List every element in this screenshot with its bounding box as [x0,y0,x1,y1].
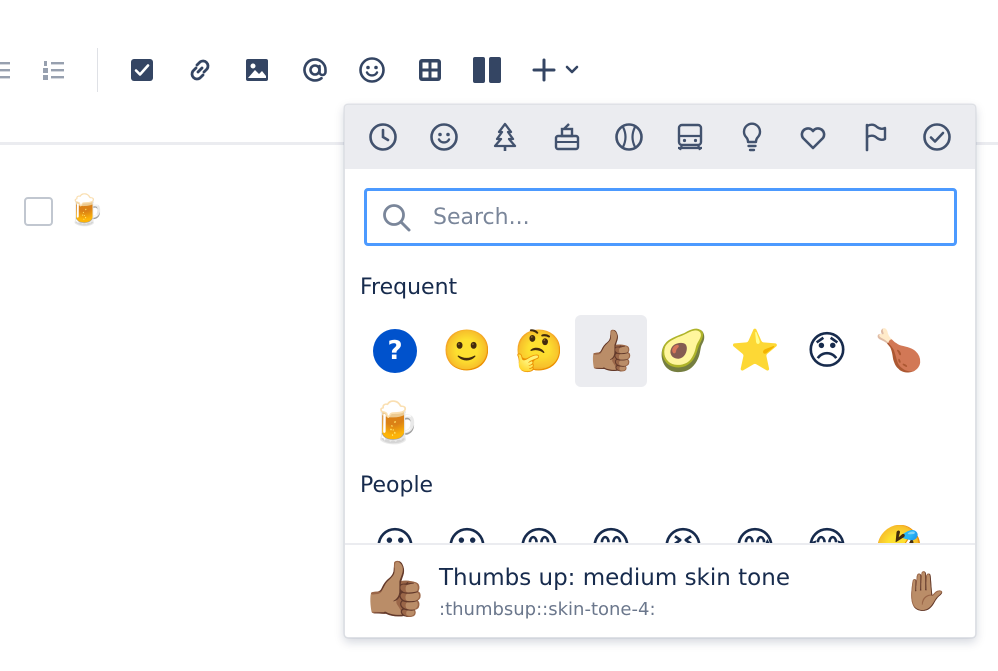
preview-emoji-name: Thumbs up: medium skin tone [439,565,790,591]
bullet-list-icon[interactable] [0,52,18,88]
preview-emoji-shortcode: :thumbsup::skin-tone-4: [439,599,656,620]
emoji-question[interactable]: ? [359,315,431,387]
question-emoji: ? [373,329,417,373]
objects-bulb-icon[interactable] [734,119,770,155]
frequent-section-title: Frequent [360,275,458,300]
mention-icon[interactable] [297,52,333,88]
skin-tone-selector[interactable]: ✋🏽 [901,567,949,615]
action-item-row: 🍺 [24,194,104,228]
symbols-heart-icon[interactable] [795,119,831,155]
toolbar-separator [97,48,98,92]
search-icon [383,204,411,232]
emoji-slight-smile[interactable]: 🙂 [431,315,503,387]
emoji-icon[interactable] [354,52,390,88]
emoji-thumbsup-medium[interactable]: 👍🏽 [575,315,647,387]
emoji-picker: Frequent ? 🙂 🤔 👍🏽 🥑 ⭐ 😞 🍗 🍺 People 😀 😃 😄… [344,104,976,638]
emoji-star[interactable]: ⭐ [719,315,791,387]
nature-tree-icon[interactable] [487,119,523,155]
emoji-beer[interactable]: 🍺 [359,387,431,459]
emoji-thinking[interactable]: 🤔 [503,315,575,387]
people-smiley-icon[interactable] [426,119,462,155]
chevron-down-icon[interactable] [556,52,588,88]
activity-ball-icon[interactable] [611,119,647,155]
numbered-list-icon[interactable] [36,52,72,88]
frequent-clock-icon[interactable] [365,119,401,155]
action-item-icon[interactable] [124,52,160,88]
task-checkbox[interactable] [24,196,53,226]
productivity-check-icon[interactable] [919,119,955,155]
beer-emoji: 🍺 [67,193,105,228]
layouts-icon[interactable] [469,52,505,88]
preview-emoji: 👍🏽 [361,557,429,620]
emoji-preview: 👍🏽 Thumbs up: medium skin tone :thumbsup… [345,543,975,637]
emoji-disappointed[interactable]: 😞 [791,315,863,387]
emoji-search-box [364,188,957,246]
people-section-title: People [360,473,434,498]
image-icon[interactable] [239,52,275,88]
emoji-category-bar [345,105,975,169]
emoji-search-input[interactable] [433,200,933,234]
emoji-avocado[interactable]: 🥑 [647,315,719,387]
food-icon[interactable] [549,119,585,155]
emoji-poultry-leg[interactable]: 🍗 [863,315,935,387]
link-icon[interactable] [182,52,218,88]
travel-train-icon[interactable] [672,119,708,155]
table-icon[interactable] [412,52,448,88]
flags-icon[interactable] [857,119,893,155]
